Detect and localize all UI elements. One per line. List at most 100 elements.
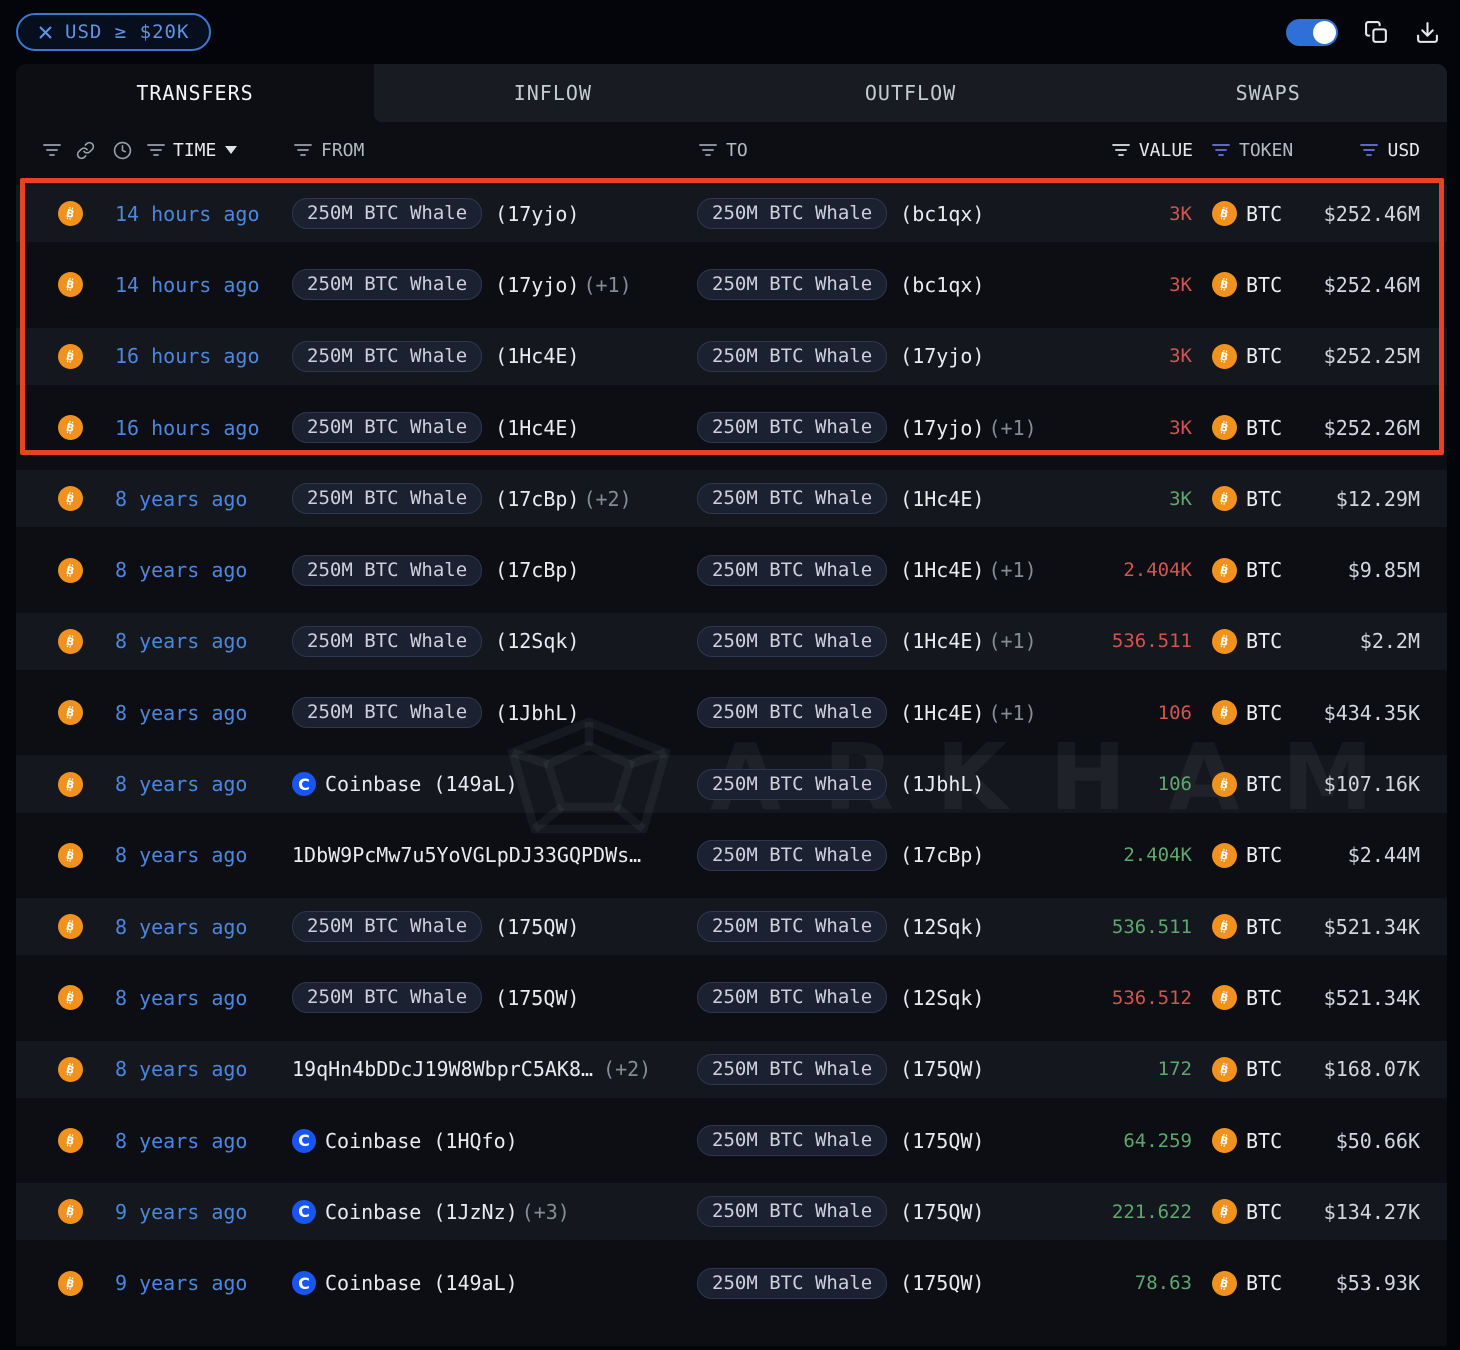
exchange-entity[interactable]: CCoinbase (149aL): [292, 1271, 518, 1295]
close-icon[interactable]: [38, 25, 53, 40]
entity-chip[interactable]: 250M BTC Whale: [697, 911, 887, 942]
copy-icon[interactable]: [1364, 20, 1389, 45]
from-cell: 250M BTC Whale (17yjo): [292, 178, 579, 249]
clock-icon[interactable]: [113, 122, 132, 178]
time-link[interactable]: 8 years ago: [115, 606, 247, 677]
entity-chip[interactable]: 250M BTC Whale: [697, 982, 887, 1013]
entity-chip[interactable]: 250M BTC Whale: [292, 483, 482, 514]
usd-filter-chip[interactable]: USD ≥ $20K: [16, 13, 211, 51]
entity-chip[interactable]: 250M BTC Whale: [697, 412, 887, 443]
entity-chip[interactable]: 250M BTC Whale: [292, 626, 482, 657]
time-link[interactable]: 8 years ago: [115, 534, 247, 605]
column-to[interactable]: TO: [699, 122, 748, 178]
entity-chip[interactable]: 250M BTC Whale: [697, 1268, 887, 1299]
column-from[interactable]: FROM: [294, 122, 364, 178]
time-filter-icon[interactable]: [147, 122, 165, 178]
entity-address[interactable]: (12Sqk): [900, 915, 984, 939]
entity-address[interactable]: (bc1qx): [900, 202, 984, 226]
entity-chip[interactable]: 250M BTC Whale: [697, 341, 887, 372]
entity-address[interactable]: (1JbhL): [495, 701, 579, 725]
time-link[interactable]: 8 years ago: [115, 748, 247, 819]
exchange-entity[interactable]: CCoinbase (1JzNz): [292, 1200, 518, 1224]
entity-address[interactable]: (175QW): [900, 1057, 984, 1081]
time-link[interactable]: 16 hours ago: [115, 392, 260, 463]
time-link[interactable]: 8 years ago: [115, 463, 247, 534]
entity-address[interactable]: (175QW): [495, 915, 579, 939]
column-value[interactable]: VALUE: [1112, 122, 1193, 178]
time-link[interactable]: 8 years ago: [115, 962, 247, 1033]
entity-address[interactable]: (12Sqk): [900, 986, 984, 1010]
time-link[interactable]: 16 hours ago: [115, 321, 260, 392]
entity-address[interactable]: (1Hc4E): [900, 487, 984, 511]
entity-address[interactable]: 1DbW9PcMw7u5YoVGLpDJ33GQPDWs…: [292, 843, 641, 867]
entity-chip[interactable]: 250M BTC Whale: [292, 269, 482, 300]
entity-chip[interactable]: 250M BTC Whale: [697, 769, 887, 800]
entity-chip[interactable]: 250M BTC Whale: [697, 626, 887, 657]
entity-chip[interactable]: 250M BTC Whale: [697, 840, 887, 871]
entity-address[interactable]: (1Hc4E): [495, 416, 579, 440]
entity-address[interactable]: (17yjo): [495, 273, 579, 297]
time-link[interactable]: 14 hours ago: [115, 249, 260, 320]
column-token[interactable]: TOKEN: [1212, 122, 1293, 178]
chain-icon-cell: B: [58, 321, 83, 392]
tab-outflow[interactable]: OUTFLOW: [732, 64, 1090, 122]
link-icon[interactable]: [76, 122, 95, 178]
entity-chip[interactable]: 250M BTC Whale: [697, 269, 887, 300]
chain-icon-cell: B: [58, 962, 83, 1033]
entity-address[interactable]: (175QW): [900, 1129, 984, 1153]
entity-address[interactable]: (17yjo): [495, 202, 579, 226]
entity-address[interactable]: (17yjo): [900, 344, 984, 368]
entity-address[interactable]: (1Hc4E): [900, 558, 984, 582]
entity-address[interactable]: (175QW): [495, 986, 579, 1010]
live-updates-toggle[interactable]: [1286, 19, 1338, 46]
entity-address[interactable]: Coinbase (1JzNz): [325, 1200, 518, 1224]
entity-address[interactable]: (1Hc4E): [900, 629, 984, 653]
exchange-entity[interactable]: CCoinbase (1HQfo): [292, 1129, 518, 1153]
time-link[interactable]: 8 years ago: [115, 677, 247, 748]
entity-address[interactable]: (1JbhL): [900, 772, 984, 796]
entity-chip[interactable]: 250M BTC Whale: [697, 555, 887, 586]
entity-address[interactable]: Coinbase (149aL): [325, 772, 518, 796]
entity-chip[interactable]: 250M BTC Whale: [292, 198, 482, 229]
column-time[interactable]: TIME: [173, 122, 237, 178]
entity-chip[interactable]: 250M BTC Whale: [292, 911, 482, 942]
entity-address[interactable]: (17cBp): [495, 558, 579, 582]
column-usd[interactable]: USD: [1360, 122, 1420, 178]
entity-chip[interactable]: 250M BTC Whale: [697, 198, 887, 229]
entity-chip[interactable]: 250M BTC Whale: [697, 697, 887, 728]
entity-address[interactable]: (17cBp): [495, 487, 579, 511]
entity-chip[interactable]: 250M BTC Whale: [292, 555, 482, 586]
entity-address[interactable]: (175QW): [900, 1271, 984, 1295]
download-icon[interactable]: [1415, 20, 1440, 45]
entity-chip[interactable]: 250M BTC Whale: [697, 1054, 887, 1085]
tab-swaps[interactable]: SWAPS: [1089, 64, 1447, 122]
entity-chip[interactable]: 250M BTC Whale: [697, 1125, 887, 1156]
entity-address[interactable]: (1Hc4E): [495, 344, 579, 368]
exchange-entity[interactable]: CCoinbase (149aL): [292, 772, 518, 796]
time-link[interactable]: 8 years ago: [115, 820, 247, 891]
entity-address[interactable]: (17cBp): [900, 843, 984, 867]
entity-chip[interactable]: 250M BTC Whale: [292, 982, 482, 1013]
entity-chip[interactable]: 250M BTC Whale: [292, 697, 482, 728]
entity-chip[interactable]: 250M BTC Whale: [697, 1196, 887, 1227]
entity-address[interactable]: (bc1qx): [900, 273, 984, 297]
entity-address[interactable]: Coinbase (1HQfo): [325, 1129, 518, 1153]
time-link[interactable]: 8 years ago: [115, 1105, 247, 1176]
entity-chip[interactable]: 250M BTC Whale: [697, 483, 887, 514]
entity-address[interactable]: (12Sqk): [495, 629, 579, 653]
time-link[interactable]: 8 years ago: [115, 1034, 247, 1105]
entity-chip[interactable]: 250M BTC Whale: [292, 341, 482, 372]
entity-address[interactable]: Coinbase (149aL): [325, 1271, 518, 1295]
row-filter-icon[interactable]: [43, 122, 61, 178]
time-link[interactable]: 9 years ago: [115, 1247, 247, 1318]
time-link[interactable]: 8 years ago: [115, 891, 247, 962]
entity-chip[interactable]: 250M BTC Whale: [292, 412, 482, 443]
time-link[interactable]: 14 hours ago: [115, 178, 260, 249]
entity-address[interactable]: (17yjo): [900, 416, 984, 440]
tab-transfers[interactable]: TRANSFERS: [16, 64, 374, 122]
time-link[interactable]: 9 years ago: [115, 1176, 247, 1247]
entity-address[interactable]: 19qHn4bDDcJ19W8WbprC5AK8…: [292, 1057, 593, 1081]
entity-address[interactable]: (175QW): [900, 1200, 984, 1224]
entity-address[interactable]: (1Hc4E): [900, 701, 984, 725]
tab-inflow[interactable]: INFLOW: [374, 64, 732, 122]
